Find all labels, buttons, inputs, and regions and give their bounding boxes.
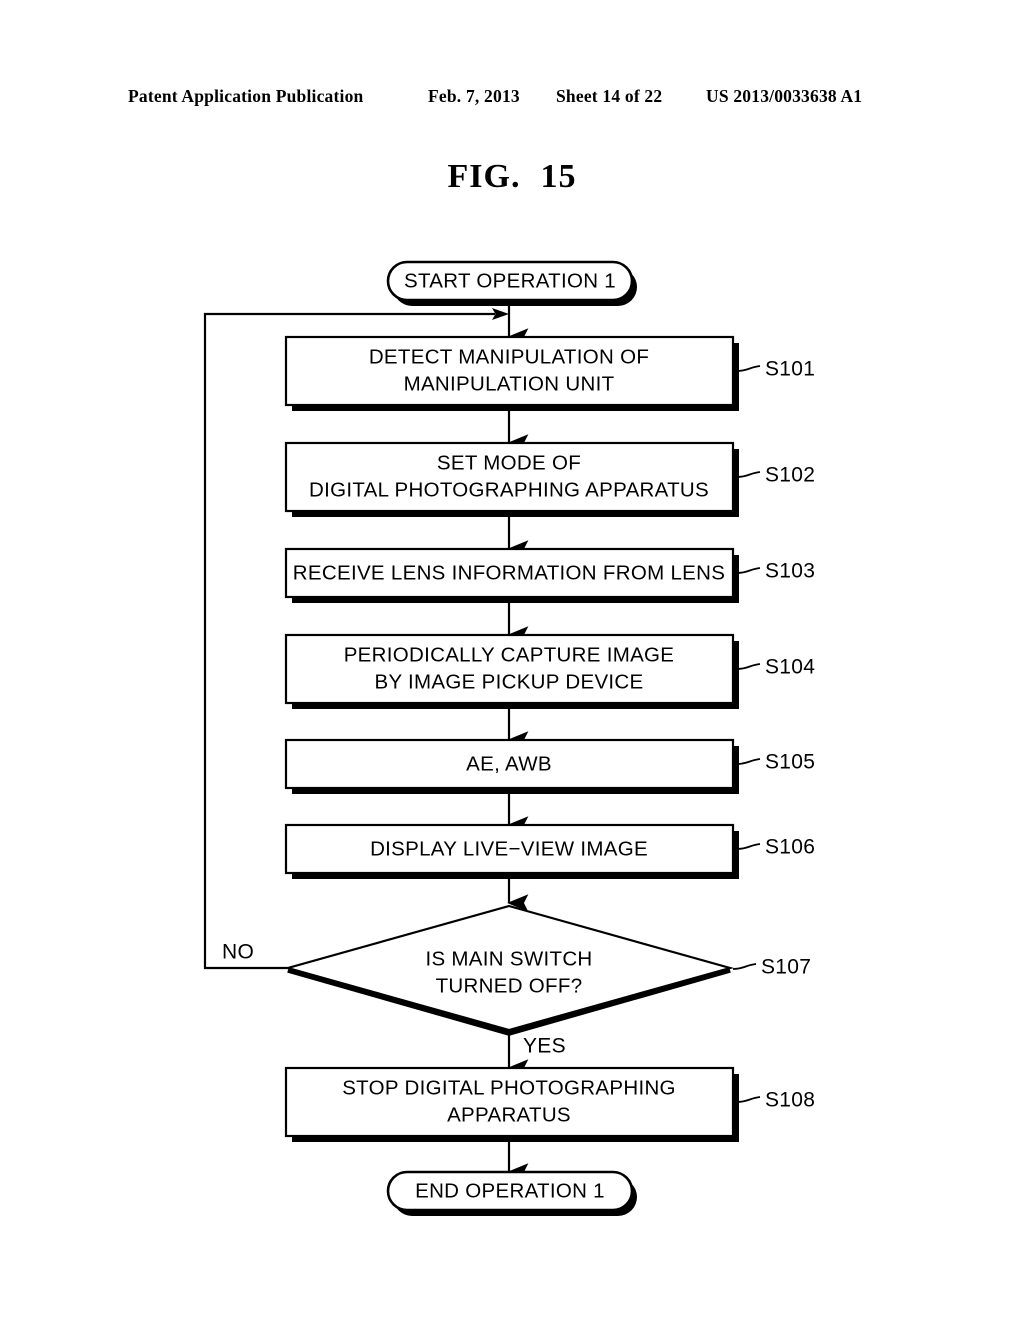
step-s104-line-2: BY IMAGE PICKUP DEVICE [374,670,643,693]
step-id-s103: S103 [765,560,815,583]
step-box-s103: RECEIVE LENS INFORMATION FROM LENS [284,547,739,603]
start-node-label: START OPERATION 1 [404,269,616,292]
decision-s107-line-2: TURNED OFF? [436,974,583,997]
decision-s107-line-1: IS MAIN SWITCH [425,947,592,970]
step-s103-line-1: RECEIVE LENS INFORMATION FROM LENS [293,561,725,584]
leader-line-s101 [736,365,761,372]
branch-label-yes: YES [523,1035,566,1058]
step-id-s104: S104 [765,656,815,679]
flowchart-diagram: START OPERATION 1 DETECT MANIPULATION OF… [203,260,815,1216]
branch-label-no: NO [222,941,254,964]
step-id-s106: S106 [765,836,815,859]
step-s104-line-1: PERIODICALLY CAPTURE IMAGE [344,643,675,666]
leader-line-s106 [736,843,761,850]
leader-line-s102 [736,471,761,478]
step-s108-line-2: APPARATUS [447,1103,571,1126]
step-id-s108: S108 [765,1089,815,1112]
step-id-s101: S101 [765,358,815,381]
leader-line-s108 [736,1096,761,1103]
step-id-s107: S107 [761,956,811,979]
decision-node-s107: IS MAIN SWITCH TURNED OFF? [283,904,735,1036]
step-id-s102: S102 [765,464,815,487]
step-s102-line-1: SET MODE OF [437,451,581,474]
step-box-s108: STOP DIGITAL PHOTOGRAPHING APPARATUS [284,1066,739,1142]
step-box-s102: SET MODE OF DIGITAL PHOTOGRAPHING APPARA… [284,441,739,517]
leader-line-s107 [732,963,757,970]
step-s101-line-1: DETECT MANIPULATION OF [369,345,649,368]
step-box-s101: DETECT MANIPULATION OF MANIPULATION UNIT [284,335,739,411]
step-box-s106: DISPLAY LIVE−VIEW IMAGE [284,823,739,879]
step-s101-line-2: MANIPULATION UNIT [404,372,615,395]
end-node: END OPERATION 1 [386,1170,637,1216]
step-s106-line-1: DISPLAY LIVE−VIEW IMAGE [370,837,648,860]
step-s105-line-1: AE, AWB [466,752,552,775]
end-node-label: END OPERATION 1 [415,1179,605,1202]
leader-line-s103 [736,567,761,574]
start-node: START OPERATION 1 [386,260,637,306]
step-s108-line-1: STOP DIGITAL PHOTOGRAPHING [342,1076,676,1099]
step-box-s105: AE, AWB [284,738,739,794]
step-box-s104: PERIODICALLY CAPTURE IMAGE BY IMAGE PICK… [284,633,739,709]
step-s102-line-2: DIGITAL PHOTOGRAPHING APPARATUS [309,478,709,501]
step-id-s105: S105 [765,751,815,774]
leader-line-s104 [736,663,761,670]
leader-line-s105 [736,758,761,765]
